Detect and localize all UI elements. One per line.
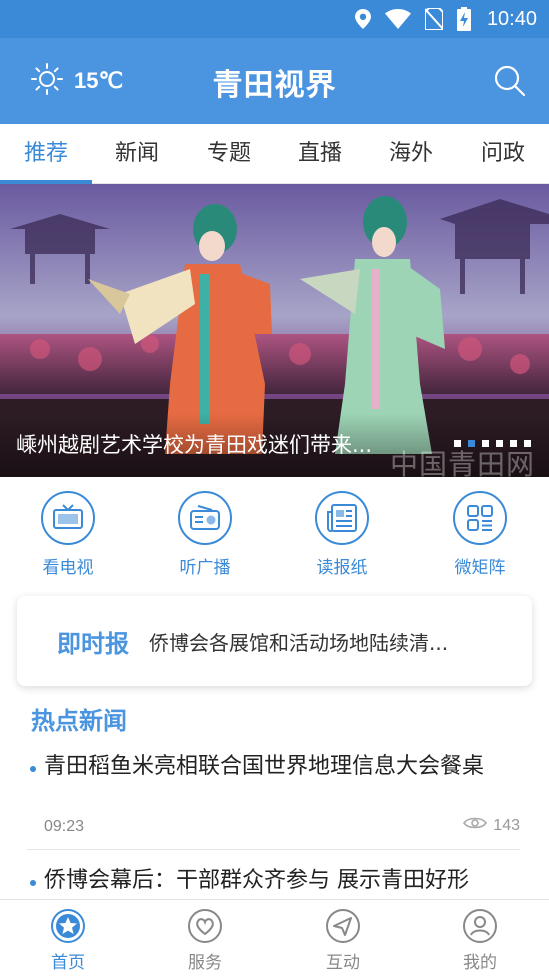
nav-label: 我的	[463, 953, 497, 973]
battery-charging-icon	[456, 7, 471, 31]
banner-dot[interactable]	[482, 440, 489, 447]
bullet-icon	[30, 766, 36, 772]
news-time: 09:23	[44, 818, 85, 835]
tab-inquiry[interactable]: 问政	[457, 124, 549, 184]
news-divider	[27, 849, 520, 850]
nav-label: 服务	[188, 953, 222, 973]
wifi-icon	[384, 9, 411, 29]
search-button[interactable]	[493, 64, 527, 102]
banner-page-indicator	[454, 440, 531, 447]
nav-profile[interactable]: 我的	[440, 908, 520, 973]
search-icon	[493, 65, 527, 102]
tv-icon	[41, 491, 95, 545]
status-icons: 10:40	[354, 0, 537, 38]
banner-dot[interactable]	[496, 440, 503, 447]
banner-carousel[interactable]: 中国青田网 嵊州越剧艺术学校为青田戏迷们带来...	[0, 184, 549, 477]
news-title[interactable]: 青田稻鱼米亮相联合国世界地理信息大会餐桌	[44, 752, 522, 782]
tab-overseas[interactable]: 海外	[365, 124, 457, 184]
app-header: 15℃ 青田视界	[0, 38, 549, 124]
home-star-icon	[50, 908, 86, 944]
nav-home[interactable]: 首页	[28, 908, 108, 973]
quick-link-label: 听广播	[179, 558, 231, 578]
banner-dot-active[interactable]	[468, 440, 475, 447]
quick-link-radio[interactable]: 听广播	[160, 491, 250, 578]
nav-label: 互动	[326, 953, 360, 973]
news-item[interactable]: 侨博会幕后：干部群众齐参与 展示青田好形	[27, 866, 522, 900]
bullet-icon	[30, 880, 36, 886]
news-item[interactable]: 青田稻鱼米亮相联合国世界地理信息大会餐桌 09:23 143	[27, 752, 522, 842]
instant-report-label: 即时报	[57, 630, 129, 658]
bottom-navigation: 首页 服务 互动 我的	[0, 899, 549, 976]
status-time: 10:40	[486, 7, 537, 30]
eye-icon	[463, 816, 488, 835]
status-bar: 10:40	[0, 0, 549, 38]
tab-live[interactable]: 直播	[274, 124, 366, 184]
nav-services[interactable]: 服务	[165, 908, 245, 973]
instant-report-text[interactable]: 侨博会各展馆和活动场地陆续清...	[149, 627, 509, 656]
hot-news-heading: 热点新闻	[31, 707, 127, 735]
send-icon	[325, 908, 361, 944]
nav-interact[interactable]: 互动	[303, 908, 383, 973]
quick-link-label: 看电视	[42, 558, 94, 578]
banner-dot[interactable]	[510, 440, 517, 447]
quick-link-label: 读报纸	[316, 558, 368, 578]
radio-icon	[178, 491, 232, 545]
category-tabs: 推荐 新闻 专题 直播 海外 问政	[0, 124, 549, 184]
banner-dot[interactable]	[454, 440, 461, 447]
nav-label: 首页	[51, 953, 85, 973]
quick-link-newspaper[interactable]: 读报纸	[297, 491, 387, 578]
quick-links: 看电视 听广播 读报纸 微矩阵	[0, 477, 549, 587]
news-view-count: 143	[493, 816, 520, 834]
tab-news[interactable]: 新闻	[91, 124, 183, 184]
quick-link-tv[interactable]: 看电视	[23, 491, 113, 578]
quick-link-label: 微矩阵	[454, 558, 506, 578]
grid-icon	[453, 491, 507, 545]
heart-icon	[187, 908, 223, 944]
banner-dot[interactable]	[524, 440, 531, 447]
no-sim-icon	[424, 8, 443, 30]
app-title: 青田视界	[212, 68, 337, 103]
news-views: 143	[463, 816, 520, 835]
banner-caption[interactable]: 嵊州越剧艺术学校为青田戏迷们带来...	[16, 429, 426, 459]
news-title[interactable]: 侨博会幕后：干部群众齐参与 展示青田好形	[44, 866, 522, 896]
tab-topics[interactable]: 专题	[183, 124, 275, 184]
location-icon	[354, 9, 371, 29]
user-icon	[462, 908, 498, 944]
quick-link-matrix[interactable]: 微矩阵	[435, 491, 525, 578]
instant-report-card[interactable]: 即时报 侨博会各展馆和活动场地陆续清...	[17, 596, 532, 686]
newspaper-icon	[315, 491, 369, 545]
tab-recommended[interactable]: 推荐	[0, 124, 92, 184]
